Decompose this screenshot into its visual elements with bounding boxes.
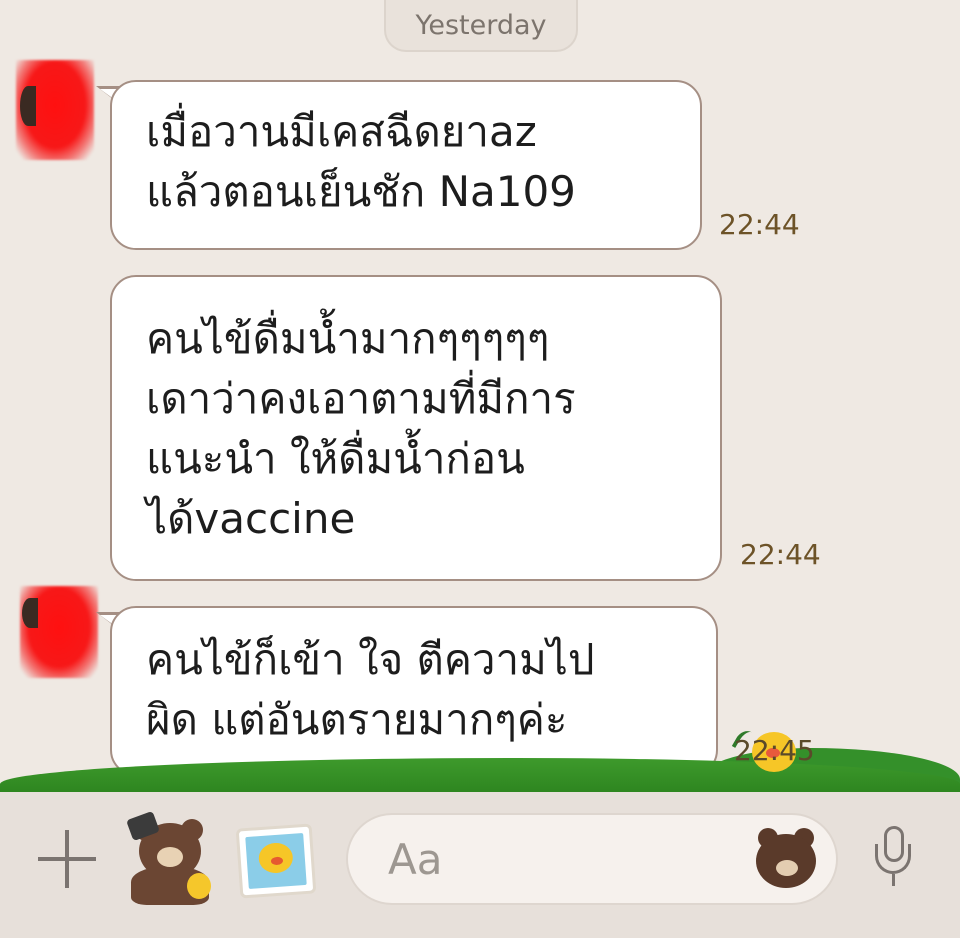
avatar-edge: [20, 86, 36, 126]
photo-icon[interactable]: [235, 823, 317, 899]
message-line: คนไข้ดื่มน้ำมากๆๆๆๆๆ: [146, 314, 550, 363]
bear-muzzle: [776, 860, 798, 876]
message-bubble[interactable]: คนไข้ก็เข้า ใจ ตีความไป ผิด แต่อันตรายมา…: [110, 606, 718, 776]
plus-icon[interactable]: [38, 830, 96, 888]
avatar-edge: [22, 598, 38, 628]
microphone-icon[interactable]: [870, 826, 920, 890]
message-bubble[interactable]: เมื่อวานมีเคสฉีดยาaz แล้วตอนเย็นชัก Na10…: [110, 80, 702, 250]
bear-muzzle: [157, 847, 183, 867]
mic-stem: [892, 874, 895, 886]
chat-area[interactable]: Yesterday เมื่อวานมีเคสฉีดยาaz แล้วตอนเย…: [0, 0, 960, 792]
sticker-bear-icon[interactable]: [125, 810, 217, 905]
message-line: ได้vaccine: [146, 494, 356, 543]
message-input-placeholder: Aa: [388, 835, 443, 884]
message-line: คนไข้ก็เข้า ใจ ตีความไป: [146, 635, 595, 684]
message-time: 22:44: [719, 208, 800, 241]
emoji-bear-icon[interactable]: [756, 826, 818, 888]
message-bubble[interactable]: คนไข้ดื่มน้ำมากๆๆๆๆๆ เดาว่าคงเอาตามที่มี…: [110, 275, 722, 581]
message-line: แนะนำ ให้ดื่มน้ำก่อน: [146, 434, 525, 483]
mic-holder: [875, 844, 911, 874]
message-line: ผิด แต่อันตรายมากๆค่ะ: [146, 695, 568, 744]
message-line: เมื่อวานมีเคสฉีดยาaz: [146, 107, 537, 156]
message-time: 22:45: [734, 734, 815, 767]
message-line: เดาว่าคงเอาตามที่มีการ: [146, 374, 576, 423]
message-time: 22:44: [740, 538, 821, 571]
chick-icon: [187, 873, 211, 899]
date-separator: Yesterday: [384, 0, 578, 52]
message-line: แล้วตอนเย็นชัก Na109: [146, 167, 576, 216]
